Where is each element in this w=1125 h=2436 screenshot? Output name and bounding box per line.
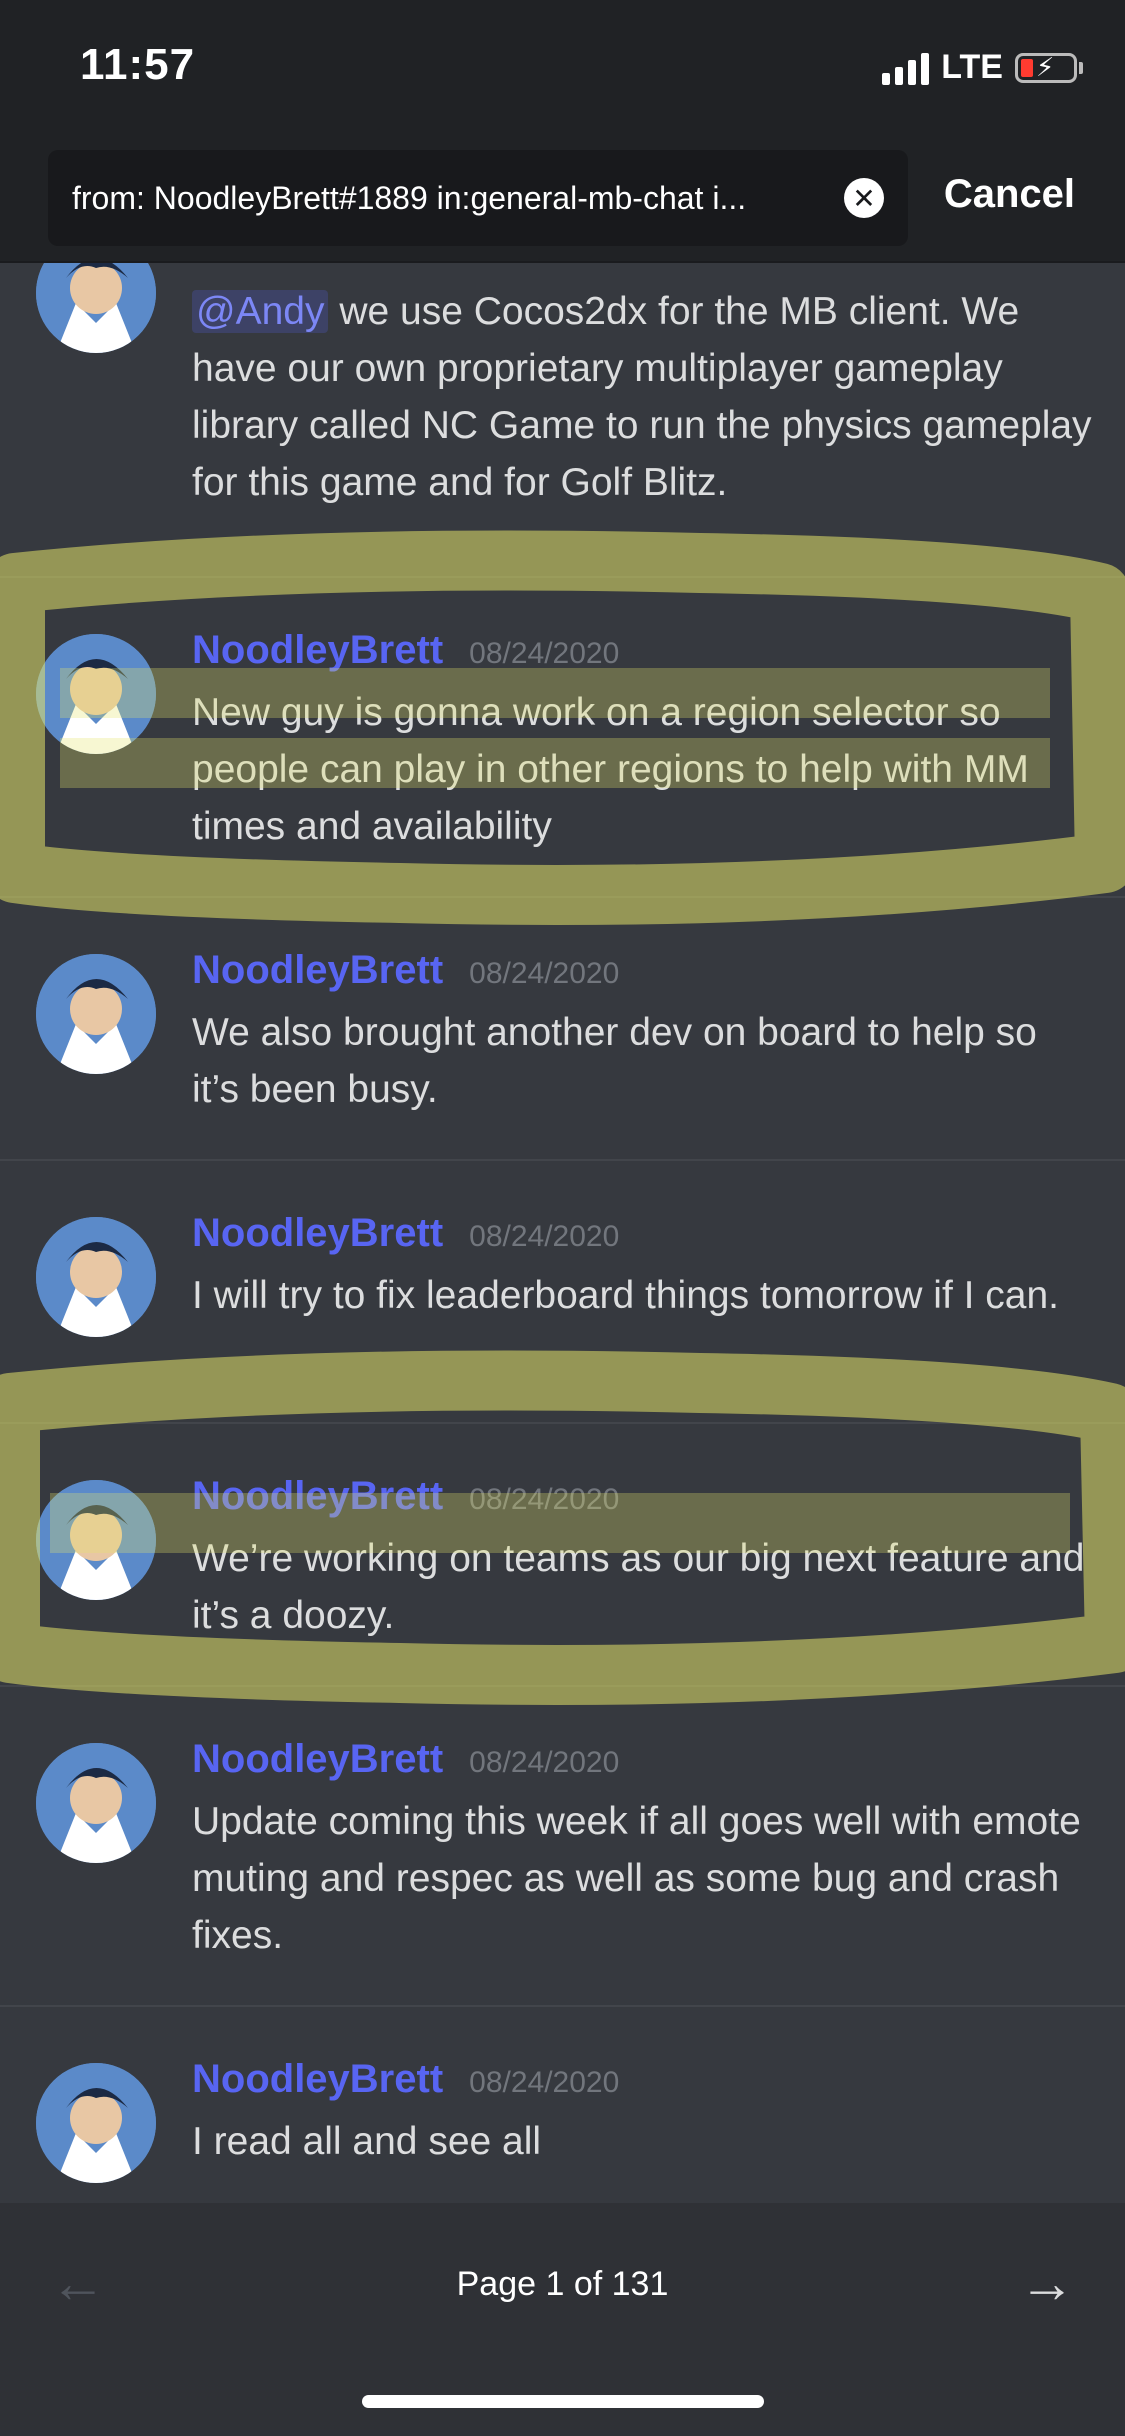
author-name[interactable]: NoodleyBrett bbox=[192, 2057, 443, 2102]
message-header: NoodleyBrett 08/24/2020 bbox=[192, 2057, 619, 2102]
message-text: I will try to fix leaderboard things tom… bbox=[192, 1274, 1060, 1317]
avatar[interactable] bbox=[36, 1480, 156, 1600]
avatar[interactable] bbox=[36, 954, 156, 1074]
arrow-right-icon: → bbox=[1019, 2251, 1075, 2314]
author-name[interactable]: NoodleyBrett bbox=[192, 1211, 443, 1256]
message-item[interactable]: NoodleyBrett 08/24/2020 I will try to fi… bbox=[0, 1161, 1125, 1424]
author-name[interactable]: NoodleyBrett bbox=[192, 1737, 443, 1782]
search-results: @Andy we use Cocos2dx for the MB client.… bbox=[0, 263, 1125, 2203]
search-query[interactable]: from: NoodleyBrett#1889 in:general-mb-ch… bbox=[72, 180, 844, 217]
message-text: We’re working on teams as our big next f… bbox=[192, 1537, 1085, 1637]
page-indicator: Page 1 of 131 bbox=[456, 2265, 669, 2303]
message-header: NoodleyBrett 08/24/2020 bbox=[192, 628, 619, 673]
search-input[interactable]: from: NoodleyBrett#1889 in:general-mb-ch… bbox=[48, 150, 908, 246]
avatar[interactable] bbox=[36, 1217, 156, 1337]
timestamp: 08/24/2020 bbox=[469, 1483, 620, 1516]
close-icon: ✕ bbox=[852, 182, 876, 214]
timestamp: 08/24/2020 bbox=[469, 1746, 620, 1779]
author-name[interactable]: NoodleyBrett bbox=[192, 1474, 443, 1519]
avatar[interactable] bbox=[36, 2063, 156, 2183]
message-text: New guy is gonna work on a region select… bbox=[192, 691, 1029, 848]
message-text: @Andy we use Cocos2dx for the MB client.… bbox=[192, 290, 1092, 504]
status-indicators: LTE ⚡ bbox=[882, 48, 1083, 87]
status-time: 11:57 bbox=[80, 40, 196, 89]
message-item[interactable]: NoodleyBrett 08/24/2020 New guy is gonna… bbox=[0, 578, 1125, 898]
user-mention[interactable]: @Andy bbox=[192, 290, 329, 333]
message-item[interactable]: NoodleyBrett 08/24/2020 We’re working on… bbox=[0, 1424, 1125, 1687]
timestamp: 08/24/2020 bbox=[469, 1220, 620, 1253]
timestamp: 08/24/2020 bbox=[469, 2066, 620, 2099]
avatar[interactable] bbox=[36, 1743, 156, 1863]
message-header: NoodleyBrett 08/24/2020 bbox=[192, 1211, 619, 1256]
message-text: I read all and see all bbox=[192, 2120, 542, 2163]
cancel-button[interactable]: Cancel bbox=[944, 172, 1075, 217]
next-page-button[interactable]: → bbox=[1015, 2253, 1075, 2313]
app-root: 11:57 LTE ⚡ from: NoodleyBrett#1889 in:g… bbox=[0, 0, 1125, 2436]
message-item[interactable]: NoodleyBrett 08/24/2020 I read all and s… bbox=[0, 2007, 1125, 2203]
message-item[interactable]: NoodleyBrett 08/24/2020 We also brought … bbox=[0, 898, 1125, 1161]
message-header: NoodleyBrett 08/24/2020 bbox=[192, 948, 619, 993]
message-header: NoodleyBrett 08/24/2020 bbox=[192, 1737, 619, 1782]
home-indicator[interactable] bbox=[362, 2395, 764, 2408]
network-label: LTE bbox=[941, 48, 1003, 86]
message-item[interactable]: NoodleyBrett 08/24/2020 Update coming th… bbox=[0, 1687, 1125, 2007]
message-item[interactable]: @Andy we use Cocos2dx for the MB client.… bbox=[0, 263, 1125, 578]
timestamp: 08/24/2020 bbox=[469, 957, 620, 990]
message-text: We also brought another dev on board to … bbox=[192, 1011, 1037, 1111]
top-bar: 11:57 LTE ⚡ from: NoodleyBrett#1889 in:g… bbox=[0, 0, 1125, 263]
avatar[interactable] bbox=[36, 634, 156, 754]
timestamp: 08/24/2020 bbox=[469, 637, 620, 670]
message-text: Update coming this week if all goes well… bbox=[192, 1800, 1081, 1957]
author-name[interactable]: NoodleyBrett bbox=[192, 628, 443, 673]
battery-icon: ⚡ bbox=[1015, 52, 1083, 83]
message-header: NoodleyBrett 08/24/2020 bbox=[192, 1474, 619, 1519]
avatar[interactable] bbox=[36, 263, 156, 353]
clear-search-button[interactable]: ✕ bbox=[844, 178, 884, 218]
signal-icon bbox=[882, 51, 930, 85]
author-name[interactable]: NoodleyBrett bbox=[192, 948, 443, 993]
